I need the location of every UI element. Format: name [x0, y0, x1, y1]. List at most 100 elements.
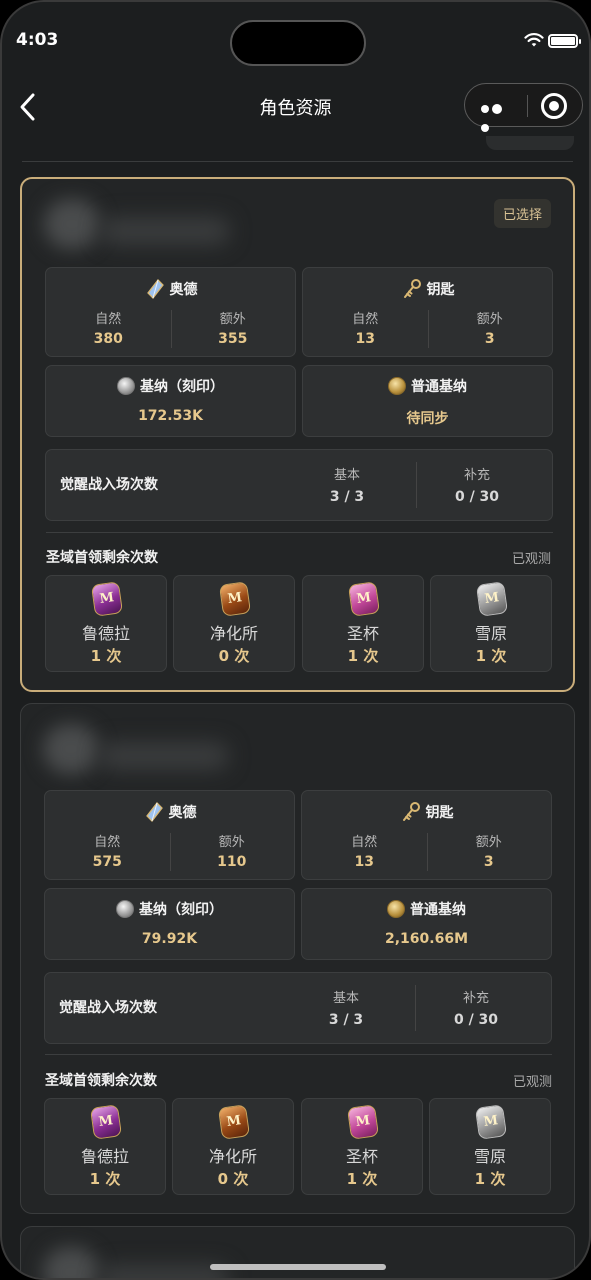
boss-count: 0 次 [218, 647, 250, 665]
boss-name: 雪原 [473, 1147, 506, 1166]
awakening-supp-label: 补充 [462, 991, 489, 1006]
boss-gem-icon [218, 581, 252, 617]
boss-gem-icon [474, 1104, 508, 1140]
character-card-selected[interactable]: 已选择 奥德 自然 380 额外 355 钥匙 自然 13 额外 3 基纳（刻印） 17… [20, 177, 575, 692]
gina-engraved-panel: 基纳（刻印） 79.92K [44, 888, 295, 960]
character-info-blurred [37, 718, 237, 782]
status-time: 4:03 [16, 30, 59, 50]
silver-coin-icon [117, 377, 135, 395]
boss-count: 1 次 [347, 647, 379, 665]
key-title: 钥匙 [425, 805, 454, 821]
wifi-icon [524, 33, 544, 47]
gold-coin-icon [387, 900, 405, 918]
aode-title: 奥德 [168, 805, 197, 821]
boss-count: 1 次 [90, 647, 122, 665]
gina-engraved-value: 79.92K [141, 931, 198, 947]
awakening-title: 觉醒战入场次数 [59, 1000, 157, 1016]
boss-tile-grail: 圣杯 1 次 [302, 575, 424, 672]
status-bar: 4:03 [2, 2, 589, 72]
gina-engraved-value: 172.53K [138, 408, 203, 424]
aode-extra-label: 额外 [219, 312, 246, 327]
boss-section-title: 圣域首领剩余次数 [46, 550, 158, 566]
boss-name: 净化所 [208, 1147, 257, 1166]
silver-coin-icon [116, 900, 134, 918]
aode-natural-value: 575 [92, 854, 122, 870]
capsule-divider [527, 95, 528, 117]
aode-natural-label: 自然 [94, 835, 121, 850]
boss-section-status: 已观测 [511, 552, 551, 567]
boss-tile-snowfield: 雪原 1 次 [430, 575, 552, 672]
aode-natural-label: 自然 [95, 312, 122, 327]
boss-name: 圣杯 [345, 1147, 378, 1166]
key-natural-label: 自然 [352, 312, 379, 327]
gina-normal-value: 2,160.66M [384, 931, 468, 947]
character-info-blurred [38, 193, 238, 257]
key-panel: 钥匙 自然 13 额外 3 [302, 267, 553, 357]
close-target-icon[interactable] [541, 93, 567, 119]
key-extra-value: 3 [483, 854, 494, 870]
boss-count: 0 次 [217, 1170, 249, 1188]
boss-count: 1 次 [474, 1170, 506, 1188]
section-divider [46, 532, 553, 533]
section-divider [45, 1054, 552, 1055]
key-natural-value: 13 [355, 331, 375, 347]
aode-extra-label: 额外 [218, 835, 245, 850]
gina-engraved-title: 基纳（刻印） [139, 902, 223, 918]
aode-panel: 奥德 自然 575 额外 110 [44, 790, 295, 880]
boss-tile-purification: 净化所 0 次 [172, 1098, 294, 1195]
mini-program-capsule [464, 83, 583, 132]
entry-divider [415, 985, 416, 1031]
gina-normal-value: 待同步 [406, 411, 449, 427]
boss-gem-icon [89, 1104, 123, 1140]
boss-name: 雪原 [474, 624, 507, 643]
awakening-entry-panel: 觉醒战入场次数 基本 3 / 3 补充 0 / 30 [45, 449, 553, 521]
previous-item-edge [486, 136, 574, 150]
boss-tile-rudra: 鲁德拉 1 次 [44, 1098, 166, 1195]
nav-bar: 角色资源 [2, 80, 589, 134]
boss-gem-icon [90, 581, 124, 617]
awakening-entry-panel: 觉醒战入场次数 基本 3 / 3 补充 0 / 30 [44, 972, 552, 1044]
header-divider [22, 161, 573, 162]
boss-section-title: 圣域首领剩余次数 [45, 1073, 157, 1089]
more-icon[interactable] [481, 98, 515, 132]
gina-normal-panel: 普通基纳 待同步 [302, 365, 553, 437]
boss-section-status: 已观测 [512, 1075, 552, 1090]
awakening-basic-value: 3 / 3 [329, 489, 365, 505]
awakening-supp-label: 补充 [463, 468, 490, 483]
key-extra-label: 额外 [476, 312, 503, 327]
aode-panel: 奥德 自然 380 额外 355 [45, 267, 296, 357]
battery-icon [548, 34, 581, 48]
awakening-basic-label: 基本 [332, 991, 359, 1006]
boss-gem-icon [346, 1104, 380, 1140]
boss-gem-icon [475, 581, 509, 617]
gina-engraved-panel: 基纳（刻印） 172.53K [45, 365, 296, 437]
key-extra-value: 3 [484, 331, 495, 347]
boss-tile-snowfield: 雪原 1 次 [429, 1098, 551, 1195]
gina-normal-title: 普通基纳 [410, 902, 466, 918]
boss-gem-icon [217, 1104, 251, 1140]
dynamic-island [230, 20, 366, 66]
key-icon [402, 802, 420, 821]
gold-coin-icon [388, 377, 406, 395]
aode-title: 奥德 [169, 282, 198, 298]
aode-extra-value: 355 [218, 331, 248, 347]
key-natural-value: 13 [354, 854, 374, 870]
boss-tile-rudra: 鲁德拉 1 次 [45, 575, 167, 672]
gina-normal-panel: 普通基纳 2,160.66M [301, 888, 552, 960]
character-card[interactable] [20, 1226, 575, 1278]
key-title: 钥匙 [426, 282, 455, 298]
boss-count: 1 次 [475, 647, 507, 665]
gina-engraved-title: 基纳（刻印） [140, 379, 224, 395]
boss-tile-purification: 净化所 0 次 [173, 575, 295, 672]
boss-name: 圣杯 [346, 624, 379, 643]
boss-name: 鲁德拉 [80, 1147, 129, 1166]
awakening-title: 觉醒战入场次数 [60, 477, 158, 493]
awakening-supp-value: 0 / 30 [453, 1012, 499, 1028]
aode-natural-value: 380 [93, 331, 123, 347]
crystal-icon [146, 279, 164, 299]
awakening-basic-label: 基本 [333, 468, 360, 483]
character-card[interactable]: 奥德 自然 575 额外 110 钥匙 自然 13 额外 3 基纳（刻印） 79.92K… [20, 703, 575, 1214]
boss-gem-icon [347, 581, 381, 617]
boss-count: 1 次 [89, 1170, 121, 1188]
gina-normal-title: 普通基纳 [411, 379, 467, 395]
